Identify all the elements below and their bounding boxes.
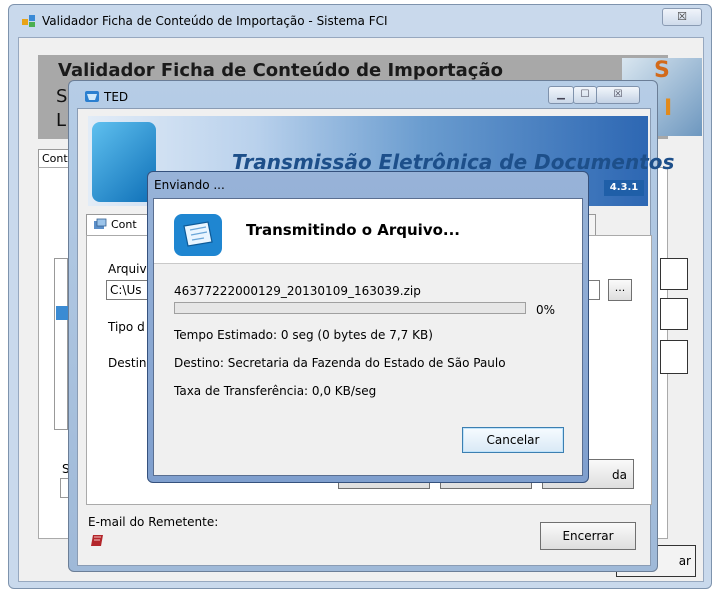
sending-dialog-heading: Transmitindo o Arquivo... [246,221,461,239]
sending-transfer-rate: Taxa de Transferência: 0,0 KB/seg [174,384,377,398]
tipo-label: Tipo d [108,320,145,334]
ted-close-button[interactable]: ☒ [596,86,640,104]
ted-minimize-button[interactable]: ▁ [548,86,574,104]
sending-destination: Destino: Secretaria da Fazenda do Estado… [174,356,506,370]
ted-window-title: TED [104,90,129,104]
fci-logo-mark-top: S [654,58,670,83]
app-icon [22,15,35,27]
main-field-edge [660,340,688,374]
main-list-selected-row [56,306,68,320]
ted-maximize-button[interactable]: ☐ [573,86,597,104]
main-field-edge [660,258,688,290]
main-window-title: Validador Ficha de Conteúdo de Importaçã… [42,14,388,28]
sending-progress-percent: 0% [536,303,556,317]
browse-button[interactable]: ... [608,279,632,301]
sending-dialog-title: Enviando ... [154,178,225,192]
transmit-document-icon [174,214,222,256]
main-header-title: Validador Ficha de Conteúdo de Importaçã… [58,60,503,81]
sending-dialog-divider [154,263,582,264]
config-icon [94,218,107,229]
ted-app-icon [85,91,99,102]
sending-progress-bar [174,302,526,314]
main-header-line2: S [56,86,68,107]
sending-filename: 46377222000129_20130109_163039.zip [174,284,421,298]
encerrar-button[interactable]: Encerrar [540,522,636,550]
cancel-button[interactable]: Cancelar [462,427,564,453]
sending-estimated-time: Tempo Estimado: 0 seg (0 bytes de 7,7 KB… [174,328,433,342]
main-list-box [54,258,68,430]
fci-logo-mark-bottom: I [664,96,673,121]
main-window-close-button[interactable]: ☒ [662,8,702,26]
destino-label: Destin [108,356,147,370]
ted-version-badge: 4.3.1 [604,180,644,196]
main-field-edge [660,298,688,330]
book-icon [91,535,103,546]
email-remetente-label: E-mail do Remetente: [88,515,219,529]
main-header-line3: L [56,110,67,131]
